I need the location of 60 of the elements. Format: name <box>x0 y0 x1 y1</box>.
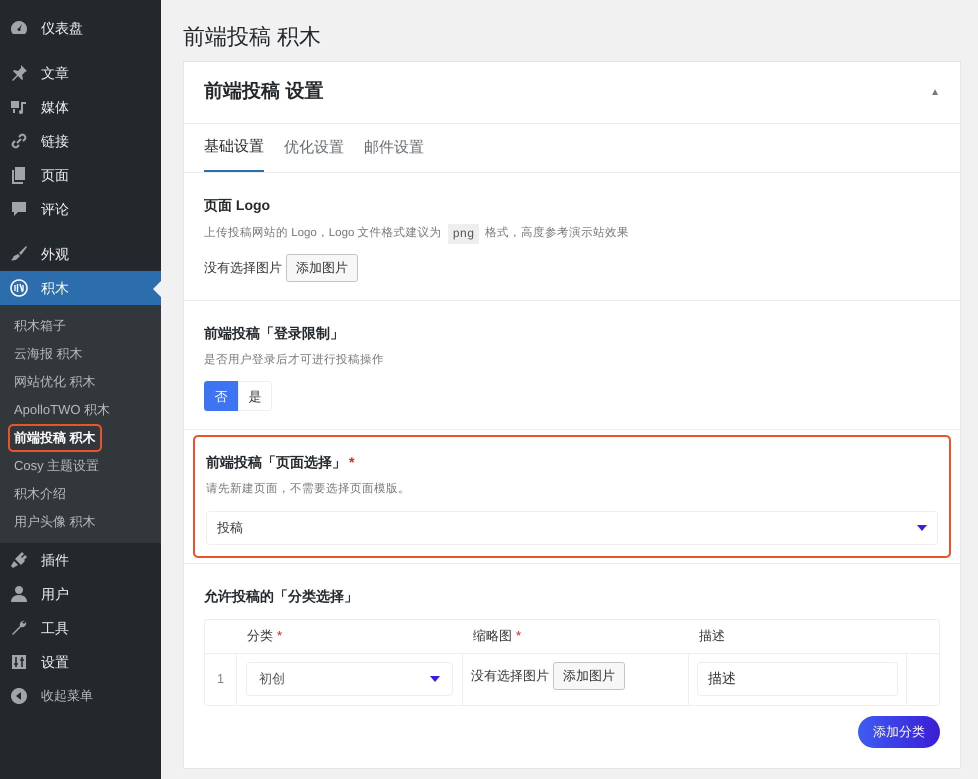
submenu-item[interactable]: Cosy 主题设置 <box>8 452 106 480</box>
comment-icon <box>9 199 29 219</box>
menu-item[interactable]: 链接 <box>0 124 161 158</box>
image-status: 没有选择图片 <box>204 259 282 278</box>
dropdown-caret-icon <box>917 524 927 530</box>
submenu-item[interactable]: 网站优化 积木 <box>8 368 102 396</box>
collapse-button[interactable]: ▲ <box>930 85 940 100</box>
panel-title: 前端投稿 设置 <box>204 80 324 104</box>
menu-item[interactable]: 用户 <box>0 577 161 611</box>
collapse-icon <box>9 686 29 706</box>
user-icon <box>9 584 29 604</box>
settings-tab[interactable]: 邮件设置 <box>364 124 424 172</box>
page-title: 前端投稿 积木 <box>183 23 322 51</box>
field-description: 请先新建页面，不需要选择页面模版。 <box>206 481 410 498</box>
column-header: 缩略图 * <box>473 628 522 644</box>
field-title: 允许投稿的「分类选择」 <box>204 586 359 606</box>
toggle-option[interactable]: 否 <box>204 381 238 412</box>
add-image-button[interactable]: 添加图片 <box>286 254 358 282</box>
settings-tab[interactable]: 优化设置 <box>284 124 344 172</box>
settings-tab[interactable]: 基础设置 <box>204 124 264 172</box>
collapse-menu-link[interactable]: 收起菜单 <box>0 679 161 713</box>
submenu-item[interactable]: ApolloTWO 积木 <box>8 396 116 424</box>
add-image-button[interactable]: 添加图片 <box>553 662 625 690</box>
field-description: 格式，高度参考演示站效果 <box>485 225 630 242</box>
submenu-item[interactable]: 积木箱子 <box>8 312 72 340</box>
settings-icon <box>9 652 29 672</box>
submenu-item[interactable]: 积木介绍 <box>8 480 72 508</box>
field-description: 是否用户登录后才可进行投稿操作 <box>204 352 384 368</box>
column-header: 分类 * <box>247 628 282 644</box>
dropdown-caret-icon <box>430 676 440 682</box>
image-status: 没有选择图片 <box>471 666 549 684</box>
menu-item[interactable]: 文章 <box>0 56 161 90</box>
menu-item[interactable]: 设置 <box>0 645 161 679</box>
submenu-item[interactable]: 前端投稿 积木 <box>8 424 102 452</box>
toggle-option[interactable]: 是 <box>238 381 272 412</box>
column-header: 描述 <box>699 628 725 644</box>
menu-item[interactable]: 仪表盘 <box>0 11 161 45</box>
field-description: 上传投稿网站的 Logo，Logo 文件格式建议为 <box>204 225 442 242</box>
add-category-button[interactable]: 添加分类 <box>858 716 940 748</box>
plug-icon <box>9 550 29 570</box>
menu-item[interactable]: 外观 <box>0 237 161 271</box>
circle-logo-icon <box>9 278 29 298</box>
description-field[interactable]: 描述 <box>697 662 898 696</box>
page-select-dropdown[interactable]: 投稿 <box>206 510 938 544</box>
row-number: 1 <box>216 670 224 688</box>
link-icon <box>9 131 29 151</box>
menu-item[interactable]: 媒体 <box>0 90 161 124</box>
field-title: 前端投稿「登录限制」 <box>204 324 345 343</box>
field-title: 前端投稿「页面选择」 * <box>206 453 356 472</box>
code-snippet: png <box>448 224 480 244</box>
menu-item[interactable]: 页面 <box>0 158 161 192</box>
field-title: 页面 Logo <box>204 196 272 215</box>
menu-item[interactable]: 工具 <box>0 611 161 645</box>
submenu-item[interactable]: 用户头像 积木 <box>8 508 102 536</box>
category-select[interactable]: 初创 <box>246 662 453 696</box>
menu-item[interactable]: 插件 <box>0 543 161 577</box>
submenu-item[interactable]: 云海报 积木 <box>8 340 89 368</box>
menu-item[interactable]: 积木 <box>0 271 161 305</box>
menu-item[interactable]: 评论 <box>0 192 161 226</box>
current-pointer-icon <box>153 281 161 297</box>
